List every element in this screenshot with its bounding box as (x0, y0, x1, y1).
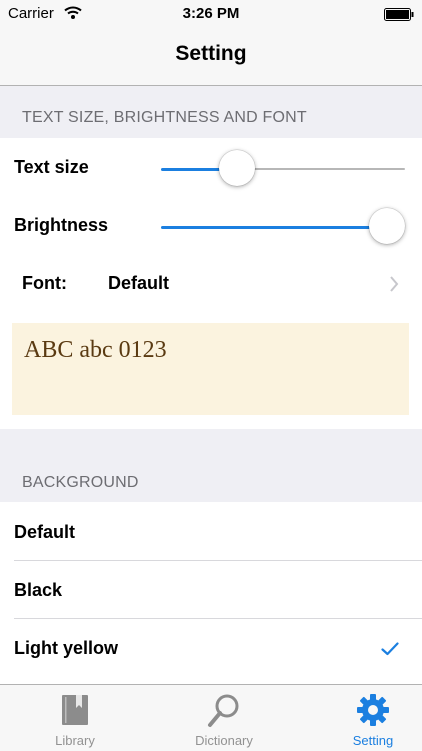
font-value: Default (108, 273, 170, 293)
font-preview: ABC abc 0123 (12, 323, 409, 415)
tab-setting[interactable]: Setting (303, 685, 422, 751)
brightness-slider-fill (161, 226, 387, 229)
brightness-label: Brightness (14, 215, 109, 235)
background-option-label: Light yellow (14, 638, 119, 658)
background-option-default[interactable]: Default (0, 504, 422, 560)
brightness-slider[interactable] (161, 207, 405, 247)
row-separator (14, 618, 422, 619)
page-title: Setting (175, 42, 247, 65)
font-row[interactable]: Font: Default (0, 258, 422, 310)
font-label: Font: (22, 273, 67, 293)
search-icon (208, 694, 239, 727)
font-preview-text: ABC abc 0123 (24, 337, 167, 363)
row-separator (14, 560, 422, 561)
tab-library[interactable]: Library (5, 685, 145, 751)
background-option-light-yellow[interactable]: Light yellow (0, 620, 422, 678)
checkmark-icon (381, 642, 399, 656)
navigation-bar: Setting (0, 28, 422, 86)
tab-dictionary[interactable]: Dictionary (154, 685, 294, 751)
clock-label: 3:26 PM (182, 5, 240, 22)
battery-icon (384, 8, 414, 21)
tab-bar: Library Dictionary Setting (0, 684, 422, 751)
brightness-slider-thumb[interactable] (369, 208, 405, 244)
tab-dictionary-label: Dictionary (195, 733, 253, 748)
background-option-black[interactable]: Black (0, 562, 422, 618)
background-option-label: Black (14, 580, 63, 600)
background-option-label: Default (14, 522, 76, 542)
gear-icon (357, 694, 389, 726)
section-header-background: BACKGROUND (22, 474, 139, 491)
text-size-slider-track (236, 168, 405, 170)
status-bar: Carrier 3:26 PM (0, 0, 422, 28)
text-size-slider[interactable] (161, 149, 405, 189)
text-size-slider-thumb[interactable] (218, 150, 255, 186)
tab-library-label: Library (55, 733, 95, 748)
chevron-right-icon (390, 276, 399, 292)
tab-setting-label: Setting (352, 733, 394, 748)
text-size-label: Text size (14, 157, 89, 177)
section-header-text: TEXT SIZE, BRIGHTNESS AND FONT (22, 109, 307, 126)
book-icon (62, 695, 88, 725)
